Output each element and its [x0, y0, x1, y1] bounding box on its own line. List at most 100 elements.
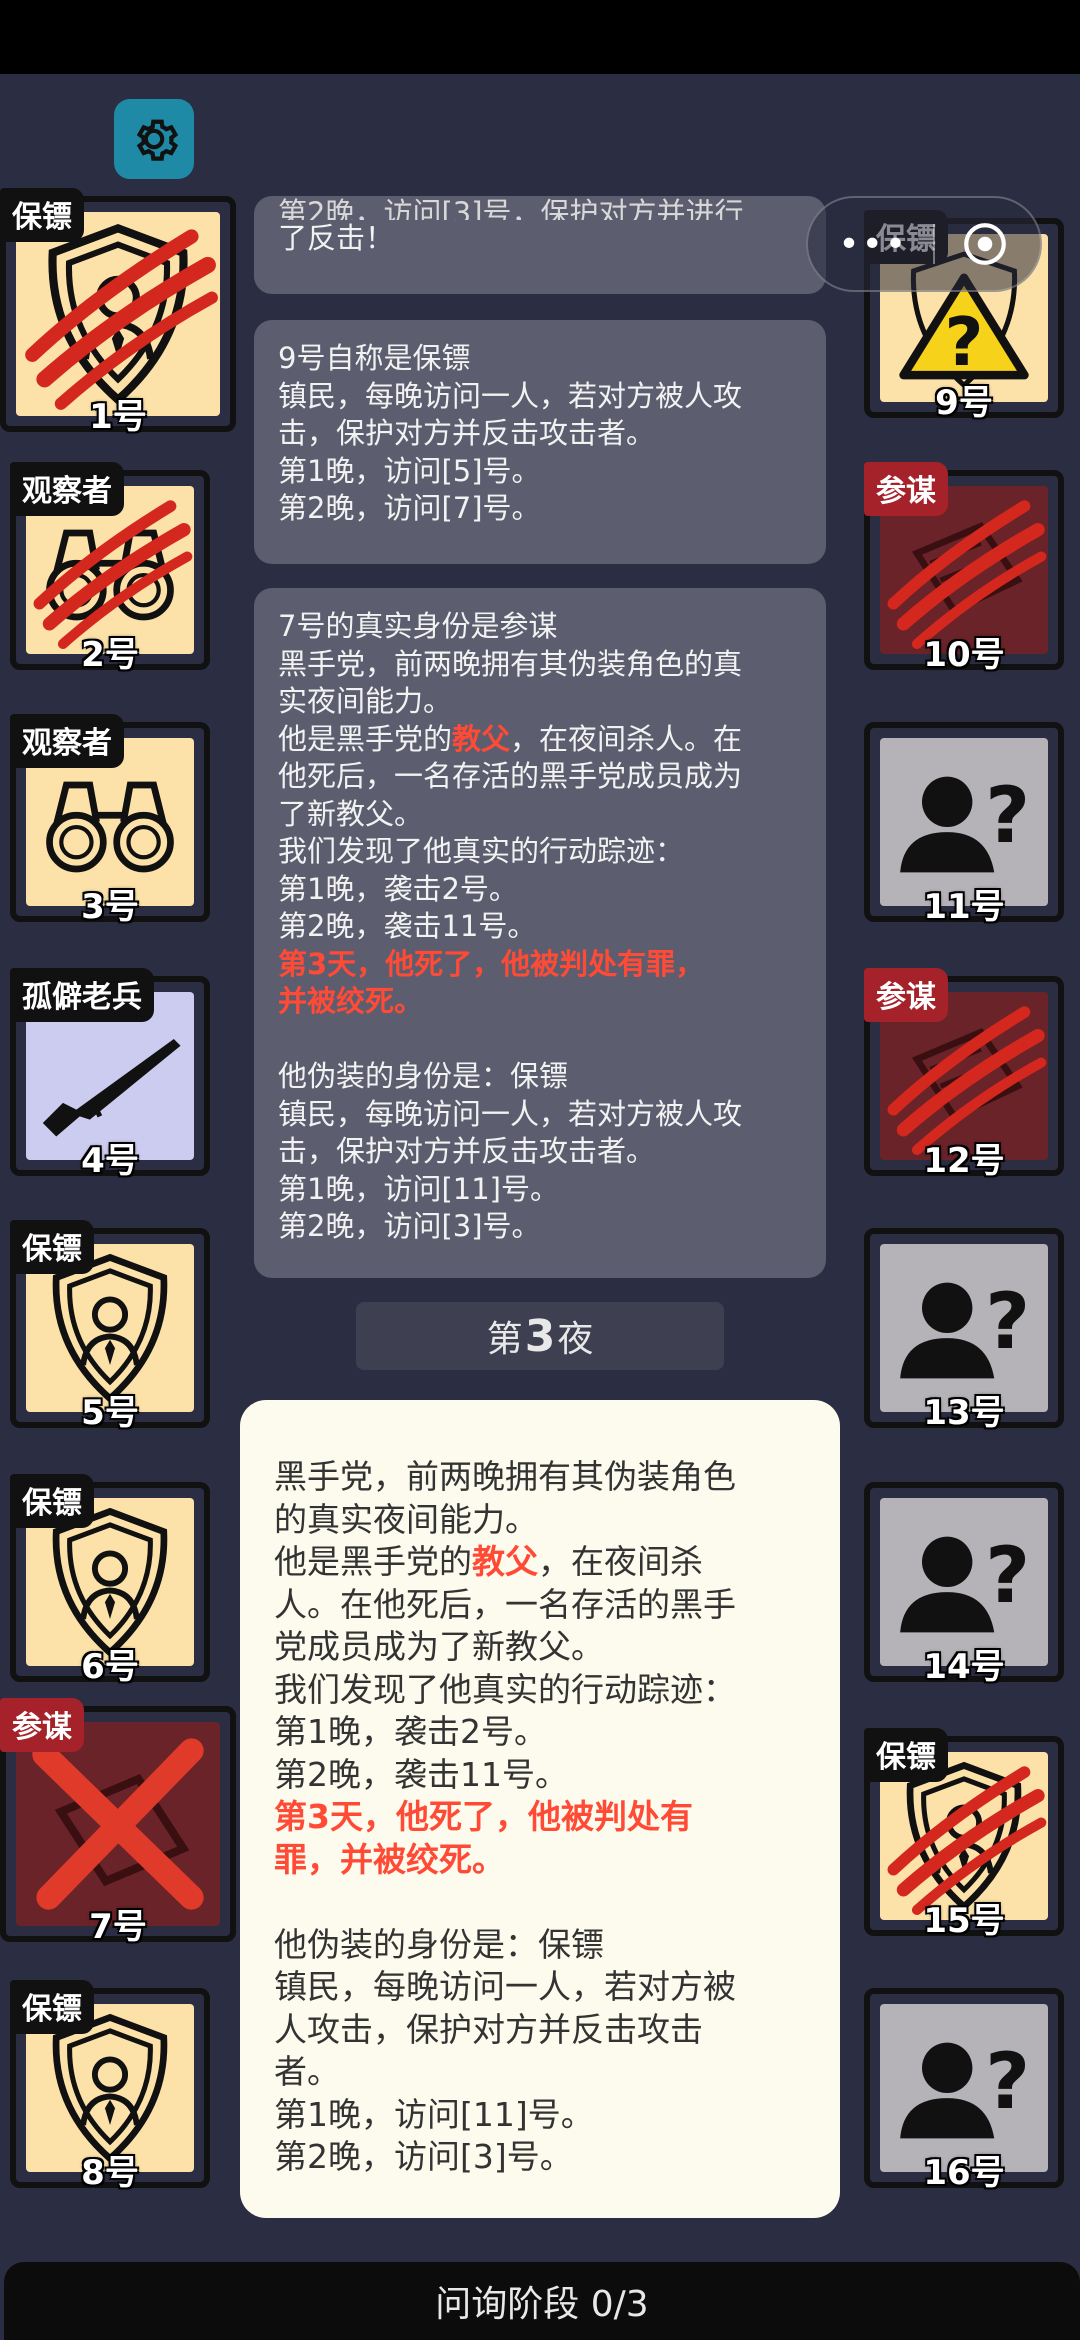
log-line: 了新教父。	[278, 796, 424, 831]
popup-line: 第1晚，袭击2号。	[274, 1712, 547, 1751]
log-text: 他是黑手党的	[278, 721, 453, 756]
player-number: 3号	[81, 887, 139, 927]
night-label: 第	[486, 1319, 523, 1360]
log-line: 第2晚，访问[3]号，保护对方并进行	[278, 198, 744, 220]
player-card[interactable]: 保镖 1号	[0, 188, 236, 437]
player-card[interactable]: 观察者 2号	[10, 462, 210, 675]
claw-marks-icon	[16, 212, 220, 416]
player-number: 8号	[81, 2153, 139, 2193]
role-tag: 参谋	[864, 462, 948, 516]
player-portrait	[16, 212, 220, 416]
log-line: 击，保护对方并反击攻击者。	[278, 416, 656, 450]
popup-line: 黑手党，前两晚拥有其伪装角色	[274, 1457, 736, 1496]
log-line: 他伪装的身份是：保镖	[278, 1059, 569, 1093]
log-line: 第2晚，访问[7]号。	[278, 491, 541, 525]
popup-line: 他是黑手党的教父，在夜间杀	[274, 1541, 810, 1584]
status-bar	[0, 0, 1080, 74]
role-tag: 观察者	[10, 714, 124, 768]
popup-line: 我们发现了他真实的行动踪迹：	[274, 1669, 736, 1709]
player-number: 16号	[923, 2153, 1005, 2193]
capsule-menu[interactable]: •••	[806, 196, 1042, 292]
role-tag: 保镖	[10, 1474, 94, 1528]
log-line: 9号自称是保镖	[278, 341, 471, 375]
player-card[interactable]: ? 13号	[864, 1228, 1064, 1433]
gear-icon	[136, 119, 179, 161]
role-tag: 保镖	[0, 188, 84, 242]
log-message: 9号自称是保镖 镇民，每晚访问一人，若对方被人攻 击，保护对方并反击攻击者。 第1晚，…	[254, 320, 826, 564]
log-line: 第1晚，访问[5]号。	[278, 453, 541, 488]
role-tag: 参谋	[864, 968, 948, 1022]
role-tag: 保镖	[864, 1728, 948, 1782]
cross-x-icon	[16, 1722, 220, 1926]
player-number: 5号	[81, 1393, 139, 1433]
player-card[interactable]: ? 14号	[864, 1482, 1064, 1687]
death-note: 第3天，他死了，他被判处有	[274, 1797, 693, 1836]
role-tag: 保镖	[10, 1980, 94, 2034]
player-number: 1号	[89, 397, 147, 437]
popup-line: 党成员成为了新教父。	[274, 1627, 604, 1666]
popup-line: 镇民，每晚访问一人，若对方被	[274, 1967, 736, 2006]
popup-line: 人。在他死后，一名存活的黑手	[274, 1584, 736, 1624]
player-card[interactable]: 保镖 8号	[10, 1980, 210, 2193]
log-message: 7号的真实身份是参谋 黑手党，前两晚拥有其伪装角色的真 实夜间能力。 他是黑手党…	[254, 588, 826, 1278]
player-card[interactable]: 保镖 15号	[864, 1728, 1064, 1941]
keyword-godfather: 教父	[472, 1542, 538, 1581]
role-detail-popup[interactable]: 黑手党，前两晚拥有其伪装角色 的真实夜间能力。 他是黑手党的教父，在夜间杀 人。…	[240, 1400, 840, 2218]
settings-button[interactable]	[114, 99, 194, 179]
player-number: 7号	[89, 1907, 147, 1947]
svg-text:?: ?	[985, 1277, 1030, 1367]
player-card[interactable]: 孤僻老兵 4号	[10, 968, 210, 1181]
popup-spacer	[274, 1881, 810, 1924]
capsule-divider	[932, 224, 935, 264]
log-line: 第2晚，访问[3]号。	[278, 1209, 541, 1243]
phase-bar: 问询阶段 0/3	[4, 2262, 1080, 2340]
player-number: 15号	[923, 1901, 1005, 1941]
role-tag: 孤僻老兵	[10, 968, 154, 1022]
player-card[interactable]: ? 11号	[864, 722, 1064, 927]
keyword-godfather: 教父	[452, 721, 511, 756]
player-card[interactable]: 观察者 3号	[10, 714, 210, 927]
player-card[interactable]: ? 16号	[864, 1988, 1064, 2193]
player-number: 11号	[923, 887, 1005, 927]
role-tag: 保镖	[10, 1220, 94, 1274]
player-number: 4号	[81, 1141, 139, 1181]
player-card[interactable]: 参谋 7号	[0, 1698, 236, 1947]
log-line: 击，保护对方并反击攻击者。	[278, 1134, 656, 1168]
death-note: 第3天，他死了，他被判处有罪，	[278, 946, 705, 981]
log-line: 镇民，每晚访问一人，若对方被人攻	[278, 378, 743, 413]
popup-line: 者。	[274, 2052, 340, 2091]
phase-label: 问询阶段 0/3	[435, 2284, 649, 2325]
log-line: 了反击！	[278, 221, 395, 255]
svg-text:?: ?	[985, 771, 1030, 861]
popup-text: ，在夜间杀	[538, 1542, 703, 1581]
popup-line: 他伪装的身份是：保镖	[274, 1924, 604, 1964]
svg-text:?: ?	[945, 303, 984, 381]
night-divider: 第3夜	[356, 1302, 724, 1370]
log-line: 镇民，每晚访问一人，若对方被人攻	[278, 1096, 743, 1131]
player-number: 9号	[935, 383, 993, 423]
log-text: ，在夜间杀人。在	[510, 721, 743, 756]
popup-line: 的真实夜间能力。	[274, 1499, 538, 1539]
player-number: 14号	[923, 1647, 1005, 1687]
svg-text:?: ?	[985, 1531, 1030, 1621]
log-message: 第2晚，访问[3]号，保护对方并进行 了反击！	[254, 196, 826, 294]
player-number: 6号	[81, 1647, 139, 1687]
popup-line: 第2晚，访问[3]号。	[274, 2137, 573, 2176]
role-tag: 观察者	[10, 462, 124, 516]
more-icon[interactable]: •••	[838, 224, 908, 265]
player-number: 12号	[923, 1141, 1005, 1181]
death-note: 罪，并被绞死。	[274, 1839, 505, 1879]
log-line: 7号的真实身份是参谋	[278, 609, 558, 643]
death-note: 并被绞死。	[278, 984, 424, 1018]
player-card[interactable]: 参谋 10号	[864, 462, 1064, 675]
log-line: 他是黑手党的教父，在夜间杀人。在	[278, 721, 802, 759]
player-card[interactable]: 保镖 6号	[10, 1474, 210, 1687]
close-target-icon[interactable]	[960, 219, 1010, 269]
player-card[interactable]: 参谋 12号	[864, 968, 1064, 1181]
player-card[interactable]: 保镖 5号	[10, 1220, 210, 1433]
svg-text:?: ?	[985, 2037, 1030, 2127]
log-line: 实夜间能力。	[278, 684, 453, 718]
night-label: 夜	[557, 1319, 594, 1360]
popup-text: 他是黑手党的	[274, 1542, 472, 1581]
log-spacer	[278, 1021, 802, 1059]
